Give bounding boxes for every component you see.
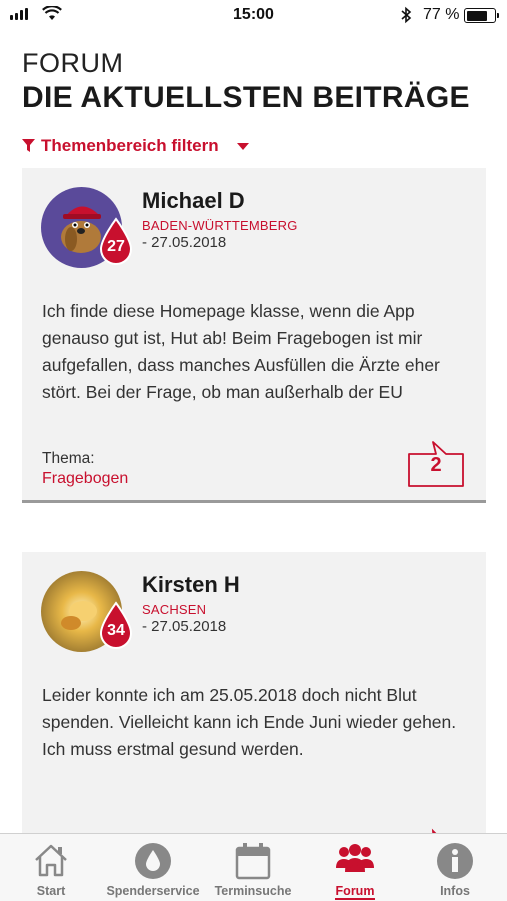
- home-icon: [35, 844, 67, 877]
- post-region: SACHSEN: [142, 602, 207, 617]
- tab-label: Start: [36, 884, 66, 898]
- post-date: - 27.05.2018: [142, 618, 227, 635]
- tab-label: Terminsuche: [214, 884, 292, 898]
- post-date: - 27.05.2018: [142, 234, 227, 251]
- battery-icon: [464, 8, 499, 23]
- blood-drop-badge: 34: [99, 601, 133, 649]
- tab-spenderservice[interactable]: Spenderservice: [104, 834, 202, 901]
- filter-icon: [22, 139, 35, 152]
- tab-bar: Start Spenderservice Terminsuche Forum I…: [0, 833, 507, 901]
- tab-terminsuche[interactable]: Terminsuche: [208, 834, 298, 901]
- tab-label: Forum: [335, 884, 375, 898]
- page-subtitle: FORUM: [22, 48, 124, 78]
- post-text: Ich finde diese Homepage klasse, wenn di…: [42, 301, 440, 402]
- forum-post-card[interactable]: 27 Michael D BADEN-WÜRTTEMBERG - 27.05.2…: [22, 168, 486, 503]
- topic-label: Thema:: [42, 450, 95, 467]
- group-icon: [336, 844, 374, 872]
- comment-count-button[interactable]: 2: [406, 440, 466, 488]
- donation-count: 27: [107, 238, 125, 255]
- tab-label: Infos: [440, 884, 470, 898]
- post-text: Leider konnte ich am 25.05.2018 doch nic…: [42, 685, 457, 759]
- tab-start[interactable]: Start: [8, 834, 94, 901]
- bluetooth-icon: [401, 6, 412, 24]
- tab-label: Spenderservice: [106, 884, 200, 898]
- drop-icon: [135, 843, 171, 879]
- topic-filter-label: Themenbereich filtern: [41, 136, 219, 155]
- post-region: BADEN-WÜRTTEMBERG: [142, 218, 298, 233]
- post-author[interactable]: Michael D: [142, 188, 245, 214]
- topic-filter-button[interactable]: Themenbereich filtern: [22, 136, 249, 156]
- donation-count: 34: [107, 622, 125, 639]
- tab-forum[interactable]: Forum: [318, 834, 392, 901]
- calendar-icon: [235, 843, 271, 880]
- blood-drop-badge: 27: [99, 217, 133, 265]
- tab-infos[interactable]: Infos: [418, 834, 492, 901]
- forum-post-card[interactable]: 34 Kirsten H SACHSEN - 27.05.2018 Leider…: [22, 552, 486, 845]
- battery-percent: 77 %: [423, 6, 460, 23]
- chevron-down-icon: [236, 142, 249, 150]
- page-title: DIE AKTUELLSTEN BEITRÄGE: [22, 81, 470, 114]
- avatar: 27: [41, 187, 133, 268]
- post-author[interactable]: Kirsten H: [142, 572, 240, 598]
- comment-count: 2: [430, 454, 442, 476]
- avatar: 34: [41, 571, 133, 652]
- status-bar: 15:00 77 %: [0, 0, 507, 30]
- page-header: FORUM DIE AKTUELLSTEN BEITRÄGE: [22, 48, 470, 116]
- info-icon: [437, 843, 473, 879]
- topic-link[interactable]: Fragebogen: [42, 470, 128, 488]
